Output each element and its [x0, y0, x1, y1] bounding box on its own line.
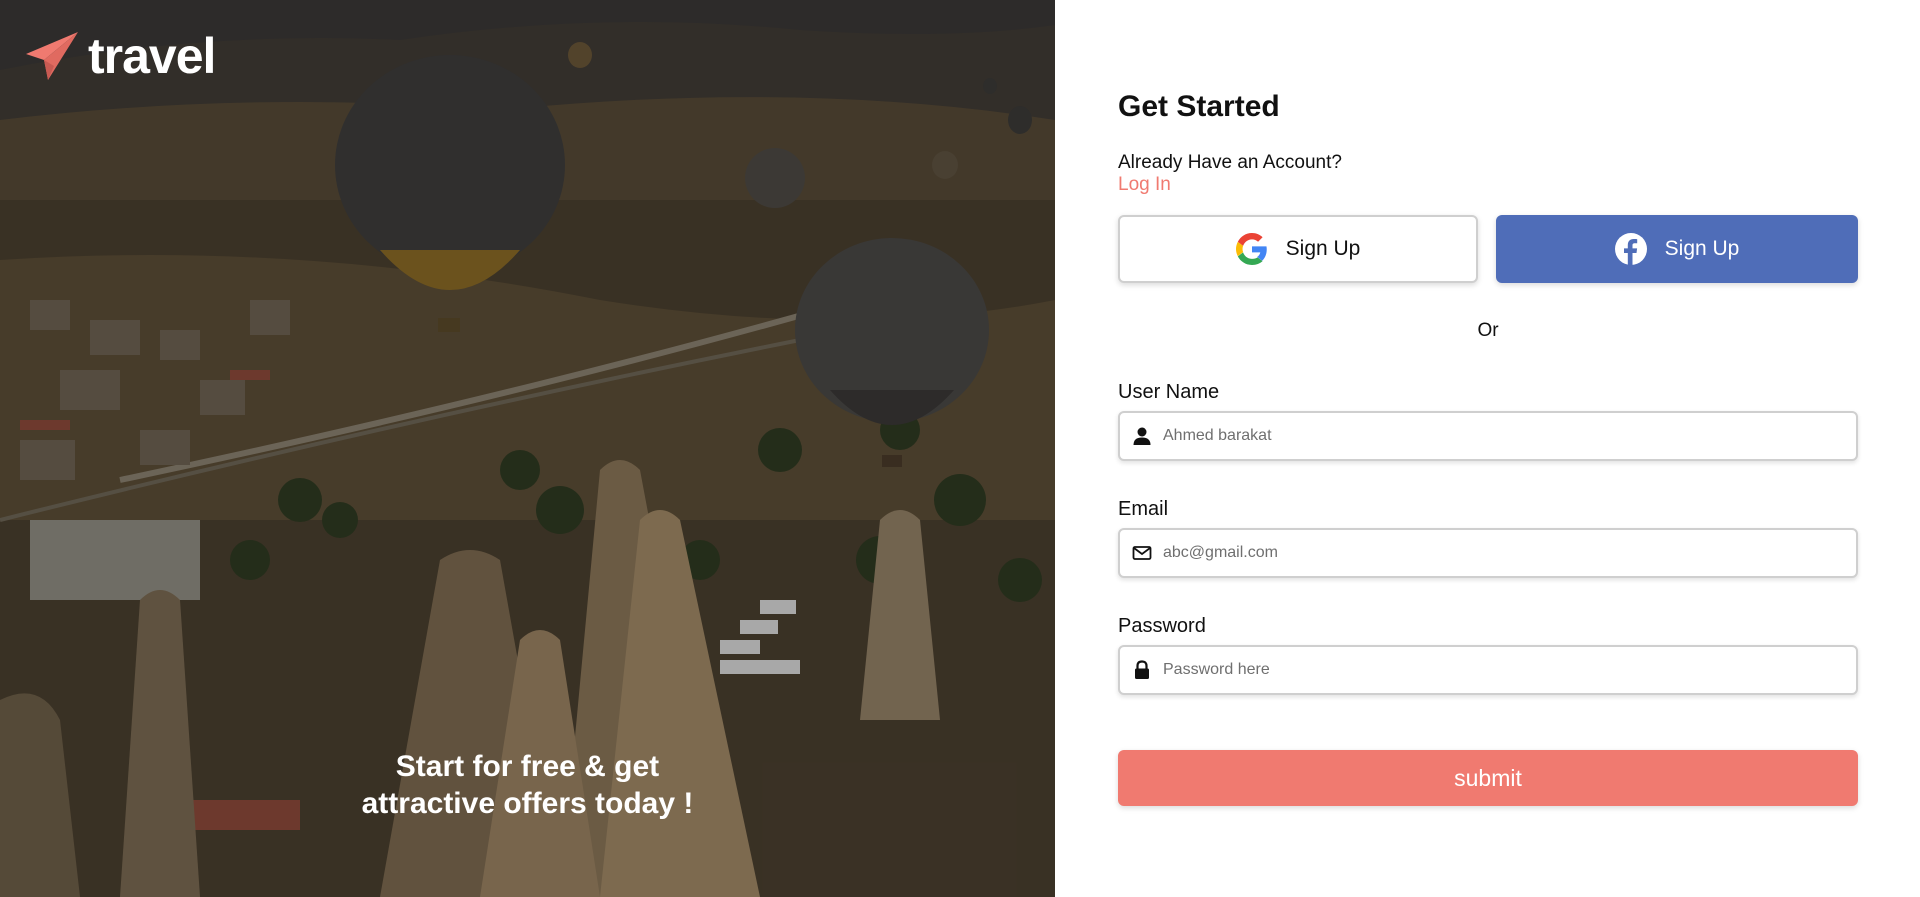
email-label: Email [1118, 498, 1169, 520]
paper-plane-icon [26, 32, 78, 80]
hero-panel: travel Start for free & get attractive o… [0, 0, 1055, 897]
or-divider: Or [1477, 320, 1499, 341]
page-title: Get Started [1118, 90, 1280, 123]
facebook-icon [1614, 233, 1647, 265]
facebook-signup-button[interactable]: Sign Up [1496, 215, 1858, 283]
envelope-icon [1132, 546, 1152, 560]
login-link[interactable]: Log In [1118, 174, 1171, 196]
email-field[interactable] [1118, 528, 1858, 578]
lock-icon [1135, 660, 1149, 679]
hero-tagline: Start for free & get attractive offers t… [310, 748, 745, 822]
username-label: User Name [1118, 381, 1220, 403]
signup-form-panel: Get Started Already Have an Account? Log… [1118, 0, 1858, 897]
user-icon [1133, 427, 1151, 445]
password-field[interactable] [1118, 645, 1858, 695]
google-icon [1235, 233, 1267, 265]
email-input[interactable] [1163, 544, 1843, 562]
submit-button[interactable]: submit [1118, 750, 1858, 806]
username-input[interactable] [1163, 427, 1843, 445]
username-field[interactable] [1118, 411, 1858, 461]
facebook-signup-label: Sign Up [1664, 237, 1740, 260]
tagline-line-2: attractive offers today ! [361, 787, 694, 820]
tagline-line-1: Start for free & get [395, 750, 660, 783]
password-label: Password [1118, 615, 1206, 637]
google-signup-button[interactable]: Sign Up [1118, 215, 1478, 283]
have-account-text: Already Have an Account? [1118, 152, 1342, 173]
brand-logo[interactable]: travel [24, 28, 216, 84]
password-input[interactable] [1163, 661, 1843, 679]
google-signup-label: Sign Up [1285, 237, 1361, 260]
brand-name: travel [88, 28, 216, 84]
